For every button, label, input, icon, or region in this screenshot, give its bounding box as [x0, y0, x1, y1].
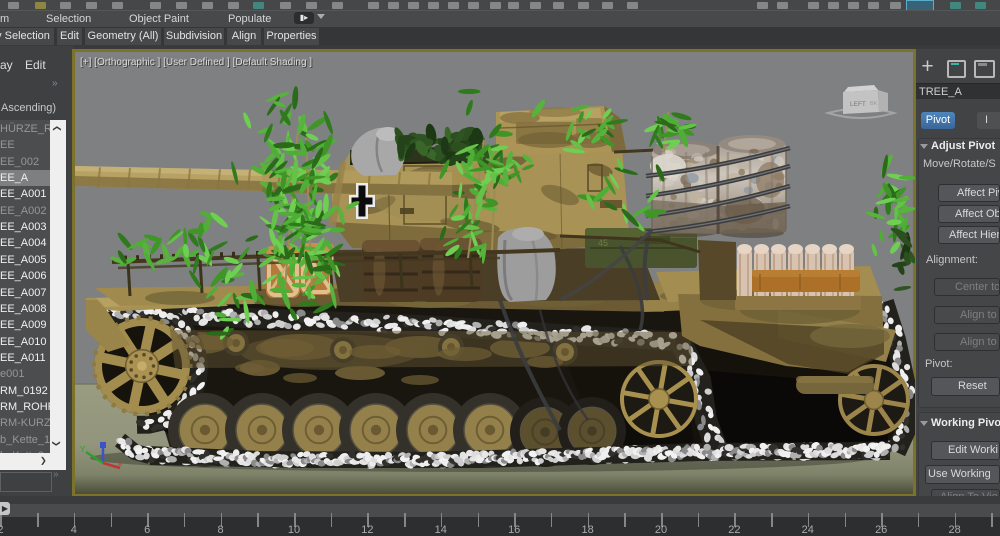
svg-text:x: x [118, 459, 122, 468]
svg-text:45: 45 [598, 238, 608, 248]
svg-text:Y: Y [80, 445, 86, 454]
svg-text:LEFT: LEFT [850, 101, 866, 108]
svg-text:BK: BK [870, 101, 878, 107]
